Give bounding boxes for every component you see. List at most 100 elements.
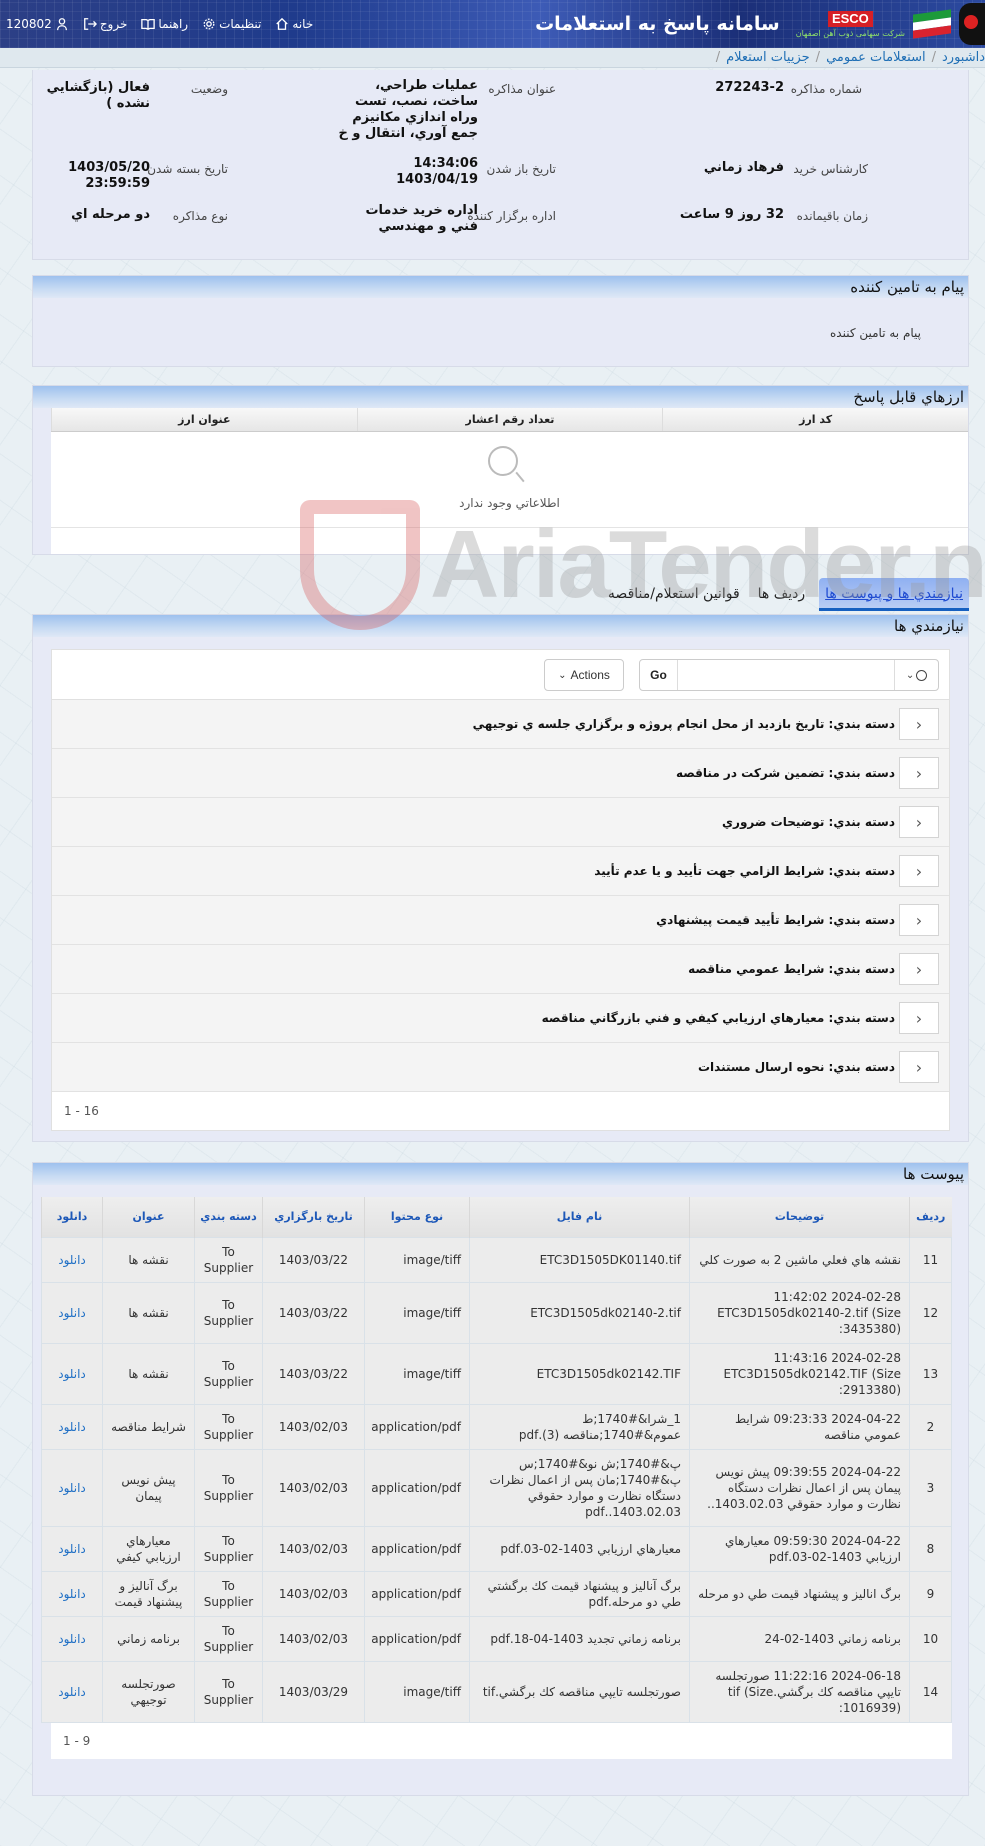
col-row[interactable]: رديف	[909, 1197, 952, 1237]
col-file-name[interactable]: نام فايل	[469, 1197, 690, 1237]
actions-button[interactable]: ⌄ Actions	[544, 659, 624, 691]
col-title[interactable]: عنوان	[102, 1197, 195, 1237]
cell-file-name: برگ آناليز و پيشنهاد قيمت كك برگشتي طي د…	[469, 1570, 690, 1617]
cell-category: To Supplier	[194, 1281, 263, 1344]
cell-upload-date: 1403/03/29	[262, 1660, 365, 1723]
nav-home[interactable]: خانه	[275, 17, 313, 31]
expand-toggle-button[interactable]: ‹	[899, 1051, 939, 1083]
col-description[interactable]: توضيحات	[689, 1197, 910, 1237]
expand-toggle-button[interactable]: ‹	[899, 953, 939, 985]
attachment-row: 9 برگ اناليز و پيشنهاد قيمت طي دو مرحله بر…	[41, 1570, 952, 1617]
breadcrumb-separator: /	[931, 50, 936, 65]
search-column-selector[interactable]: ⌄	[894, 660, 938, 690]
attachment-row: 14 2024-06-18 11:22:16 صورتجلسه تايپي منا…	[41, 1660, 952, 1723]
download-link[interactable]: دانلود	[41, 1525, 103, 1572]
requirement-label: دسته بندي: توضيحات ضروري	[722, 815, 895, 829]
cell-title: برگ آناليز و پيشنهاد قيمت	[102, 1570, 195, 1617]
cell-upload-date: 1403/03/22	[262, 1281, 365, 1344]
requirements-region: ⌄ Go ⌄ Actions ‹ دسته بندي: تاريخ بازديد …	[51, 649, 950, 1131]
download-link[interactable]: دانلود	[41, 1615, 103, 1662]
attachment-row: 2 2024-04-22 09:23:33 شرايط عمومي مناقصه 1…	[41, 1403, 952, 1450]
requirement-row: ‹ دسته بندي: تاريخ بازديد از محل انجام پر…	[52, 700, 949, 749]
col-decimal-digits[interactable]: تعداد رقم اعشار	[356, 408, 663, 431]
breadcrumb: داشبورد / استعلامات عمومي / جزييات استعلام /	[0, 48, 985, 68]
status-label: وضعيت	[190, 82, 228, 96]
title-value: عمليات طراحي، ساخت، نصب، تست وراه اندازي…	[338, 78, 478, 141]
breadcrumb-inquiry-details[interactable]: جزييات استعلام	[726, 50, 810, 65]
cell-content-type: application/pdf	[364, 1570, 470, 1617]
open-date-label: تاريخ باز شدن	[486, 162, 556, 176]
cell-content-type: application/pdf	[364, 1615, 470, 1662]
tab-rules[interactable]: قوانين استعلام/مناقصه	[604, 580, 744, 608]
col-content-type[interactable]: نوع محتوا	[364, 1197, 470, 1237]
expand-toggle-button[interactable]: ‹	[899, 757, 939, 789]
requirement-label: دسته بندي: شرايط تأييد قيمت پيشنهادي	[656, 913, 895, 927]
currencies-panel: ارزهاي قابل پاسخ كد ارز تعداد رقم اعشار …	[32, 385, 969, 555]
cell-row: 10	[909, 1615, 952, 1662]
home-icon	[276, 17, 289, 30]
esco-logo: ESCO شرکت سهامی ذوب آهن اصفهان	[796, 10, 905, 38]
nav-user[interactable]: 120802	[6, 17, 69, 31]
cell-description: 2024-02-28 11:42:02 ETC3D1505dk02140-2.t…	[689, 1281, 910, 1344]
gear-icon	[203, 18, 215, 30]
requirement-label: دسته بندي: شرايط عمومي مناقصه	[688, 962, 895, 976]
search-input[interactable]	[678, 660, 894, 690]
chevron-left-icon: ‹	[915, 959, 923, 979]
col-upload-date[interactable]: تاريخ بارگزاري	[262, 1197, 365, 1237]
download-link[interactable]: دانلود	[41, 1448, 103, 1527]
expand-toggle-button[interactable]: ‹	[899, 1002, 939, 1034]
cell-file-name: ETC3D1505DK01140.tif	[469, 1236, 690, 1283]
nav-help[interactable]: راهنما	[141, 17, 188, 31]
type-value: دو مرحله اي	[71, 207, 150, 222]
requirements-panel: نيازمندي ها ⌄ Go ⌄ Actions ‹ دسته بندي: ت…	[32, 614, 969, 1142]
cell-title: نقشه ها	[102, 1342, 195, 1405]
cell-description: 2024-04-22 09:39:55 پيش نويس پيمان پس از…	[689, 1448, 910, 1527]
company-emblem-icon	[959, 3, 985, 45]
breadcrumb-separator: /	[715, 50, 721, 65]
attachment-row: 11 نقشه هاي فعلي ماشين 2 به صورت كلي ETC3D…	[41, 1236, 952, 1283]
download-link[interactable]: دانلود	[41, 1570, 103, 1617]
book-icon	[141, 18, 156, 30]
cell-content-type: application/pdf	[364, 1403, 470, 1450]
search-icon	[916, 669, 928, 681]
requirement-row: ‹ دسته بندي: شرايط عمومي مناقصه	[52, 945, 949, 994]
nav-logout[interactable]: خروج	[83, 17, 127, 31]
breadcrumb-public-inquiries[interactable]: استعلامات عمومي	[826, 50, 926, 65]
attachment-row: 13 2024-02-28 11:43:16 ETC3D1505dk02142.T…	[41, 1342, 952, 1405]
cell-row: 14	[909, 1660, 952, 1723]
download-link[interactable]: دانلود	[41, 1342, 103, 1405]
cell-category: To Supplier	[194, 1525, 263, 1572]
download-link[interactable]: دانلود	[41, 1660, 103, 1723]
download-link[interactable]: دانلود	[41, 1281, 103, 1344]
cell-file-name: برنامه زماني تجديد 1403-04-18.pdf	[469, 1615, 690, 1662]
expand-toggle-button[interactable]: ‹	[899, 708, 939, 740]
go-button[interactable]: Go	[640, 660, 678, 690]
tab-lines[interactable]: رديف ها	[754, 580, 809, 608]
cell-content-type: image/tiff	[364, 1281, 470, 1344]
download-link[interactable]: دانلود	[41, 1403, 103, 1450]
download-link[interactable]: دانلود	[41, 1236, 103, 1283]
col-currency-code[interactable]: كد ارز	[662, 408, 968, 431]
expand-toggle-button[interactable]: ‹	[899, 855, 939, 887]
breadcrumb-dashboard[interactable]: داشبورد	[942, 50, 985, 65]
cell-upload-date: 1403/02/03	[262, 1403, 365, 1450]
tab-requirements-attachments[interactable]: نيازمندي ها و پيوست ها	[819, 577, 969, 611]
cell-category: To Supplier	[194, 1236, 263, 1283]
cell-title: صورتجلسه توجيهي	[102, 1660, 195, 1723]
cell-title: معيارهاي ارزيابي كيفي	[102, 1525, 195, 1572]
col-category[interactable]: دسته بندي	[194, 1197, 263, 1237]
open-time-value: 14:34:06	[413, 156, 478, 171]
nav-settings[interactable]: تنظیمات	[202, 17, 261, 31]
expand-toggle-button[interactable]: ‹	[899, 806, 939, 838]
empty-text: اطلاعاتي وجود ندارد	[459, 496, 560, 510]
col-currency-title[interactable]: عنوان ارز	[50, 408, 357, 431]
expand-toggle-button[interactable]: ‹	[899, 904, 939, 936]
cell-row: 3	[909, 1448, 952, 1527]
inquiry-info-panel: شماره مذاكره 272243-2 عنوان مذاكره عمليا…	[32, 70, 969, 260]
cell-category: To Supplier	[194, 1448, 263, 1527]
requirement-row: ‹ دسته بندي: معيارهاي ارزيابي كيفي و فني …	[52, 994, 949, 1043]
expert-value: فرهاد زماني	[703, 160, 784, 175]
cell-description: برگ اناليز و پيشنهاد قيمت طي دو مرحله	[689, 1570, 910, 1617]
esco-logo-text: ESCO	[827, 10, 873, 27]
col-download[interactable]: دانلود	[41, 1197, 103, 1237]
